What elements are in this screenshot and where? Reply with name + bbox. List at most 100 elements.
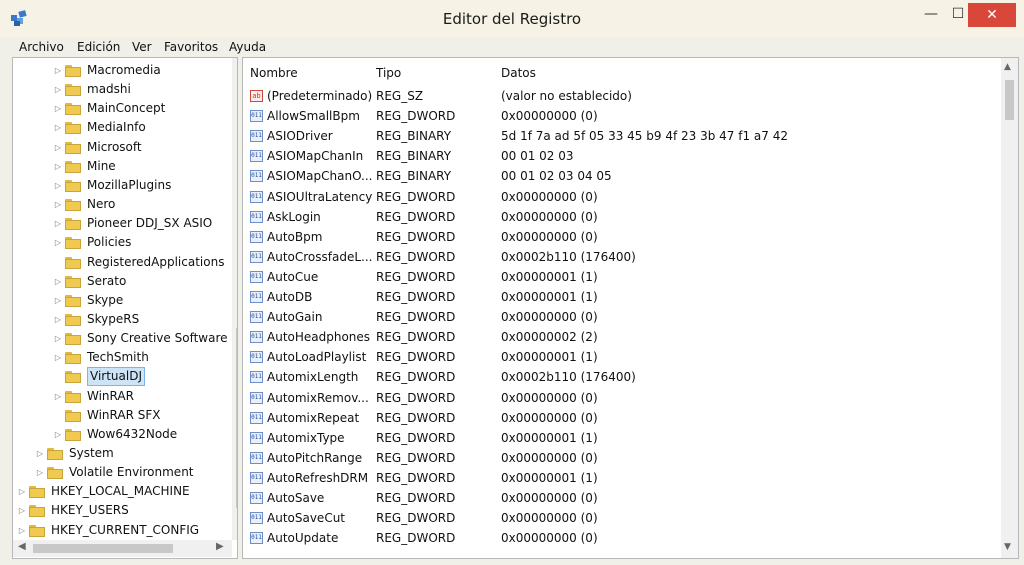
tree-item[interactable]: ▷ HKEY_LOCAL_MACHINE — [13, 482, 232, 501]
tree-item[interactable]: ▷ MozillaPlugins — [13, 176, 232, 195]
tree-vertical-scrollbar[interactable] — [232, 58, 237, 540]
expand-arrow-icon[interactable]: ▷ — [53, 195, 63, 214]
tree-item[interactable]: RegisteredApplications — [13, 253, 232, 272]
value-row[interactable]: 011 ASIOUltraLatency REG_DWORD 0x00000000 (… — [243, 187, 1001, 207]
value-name: (Predeterminado) — [267, 89, 373, 103]
value-row[interactable]: 011 AutoGain REG_DWORD 0x00000000 (0) — [243, 307, 1001, 327]
column-header-name[interactable]: Nombre — [250, 66, 298, 80]
expand-arrow-icon[interactable]: ▷ — [53, 329, 63, 348]
list-vertical-scroll-thumb[interactable] — [1005, 80, 1014, 120]
expand-arrow-icon[interactable]: ▷ — [53, 61, 63, 80]
tree-item[interactable]: ▷ Sony Creative Software — [13, 329, 232, 348]
value-row[interactable]: 011 ASIOMapChanIn REG_BINARY 00 01 02 03 — [243, 146, 1001, 166]
menu-archivo[interactable]: Archivo — [19, 40, 64, 54]
tree-item[interactable]: ▷ System — [13, 444, 232, 463]
tree-item[interactable]: ▷ Volatile Environment — [13, 463, 232, 482]
value-row[interactable]: 011 AutomixRemov... REG_DWORD 0x00000000 (0… — [243, 388, 1001, 408]
scroll-up-icon[interactable]: ▲ — [1004, 62, 1011, 72]
tree-item[interactable]: ▷ HKEY_USERS — [13, 501, 232, 520]
menu-favoritos[interactable]: Favoritos — [164, 40, 218, 54]
tree-item[interactable]: ▷ Macromedia — [13, 61, 232, 80]
tree-item[interactable]: ▷ HKEY_CURRENT_CONFIG — [13, 521, 232, 540]
expand-arrow-icon[interactable]: ▷ — [35, 463, 45, 482]
value-row[interactable]: ab (Predeterminado) REG_SZ (valor no establ… — [243, 86, 1001, 106]
values-list-pane[interactable]: Nombre Tipo Datos ab (Predeterminado) REG_… — [242, 57, 1019, 559]
expand-arrow-icon[interactable]: ▷ — [53, 310, 63, 329]
tree-item[interactable]: ▷ Skype — [13, 291, 232, 310]
expand-arrow-icon[interactable]: ▷ — [53, 348, 63, 367]
scroll-right-icon[interactable]: ▶ — [216, 541, 224, 552]
minimize-button[interactable]: — — [918, 4, 944, 24]
tree-item[interactable]: ▷ Policies — [13, 233, 232, 252]
tree-item[interactable]: VirtualDJ — [13, 367, 232, 387]
scroll-down-icon[interactable]: ▼ — [1004, 542, 1011, 552]
value-row[interactable]: 011 ASIODriver REG_BINARY 5d 1f 7a ad 5f 05… — [243, 126, 1001, 146]
scroll-left-icon[interactable]: ◀ — [18, 541, 26, 552]
tree-horizontal-scroll-thumb[interactable] — [33, 544, 173, 553]
value-row[interactable]: 011 ASIOMapChanO... REG_BINARY 00 01 02 03 … — [243, 166, 1001, 186]
value-row[interactable]: 011 AutoHeadphones REG_DWORD 0x00000002 (2) — [243, 327, 1001, 347]
tree-item[interactable]: ▷ madshi — [13, 80, 232, 99]
value-row[interactable]: 011 AutoSave REG_DWORD 0x00000000 (0) — [243, 488, 1001, 508]
tree-item[interactable]: ▷ Nero — [13, 195, 232, 214]
tree-item[interactable]: ▷ Serato — [13, 272, 232, 291]
value-row[interactable]: 011 AutomixType REG_DWORD 0x00000001 (1) — [243, 428, 1001, 448]
expand-arrow-icon[interactable]: ▷ — [53, 99, 63, 118]
expand-arrow-icon[interactable]: ▷ — [53, 138, 63, 157]
expand-arrow-icon[interactable]: ▷ — [35, 444, 45, 463]
value-name: ASIOMapChanO... — [267, 169, 373, 184]
tree-item[interactable]: ▷ Pioneer DDJ_SX ASIO — [13, 214, 232, 233]
value-row[interactable]: 011 AutoCue REG_DWORD 0x00000001 (1) — [243, 267, 1001, 287]
value-row[interactable]: 011 AutoLoadPlaylist REG_DWORD 0x00000001 (… — [243, 347, 1001, 367]
value-row[interactable]: 011 AutoBpm REG_DWORD 0x00000000 (0) — [243, 227, 1001, 247]
expand-arrow-icon[interactable]: ▷ — [17, 501, 27, 520]
expand-arrow-icon[interactable]: ▷ — [53, 214, 63, 233]
value-row[interactable]: 011 AllowSmallBpm REG_DWORD 0x00000000 (0) — [243, 106, 1001, 126]
binary-value-icon: 011 — [250, 311, 263, 324]
value-row[interactable]: 011 AskLogin REG_DWORD 0x00000000 (0) — [243, 207, 1001, 227]
menu-ver[interactable]: Ver — [132, 40, 152, 54]
tree-item[interactable]: ▷ SkypeRS — [13, 310, 232, 329]
tree-item[interactable]: ▷ Mine — [13, 157, 232, 176]
expand-arrow-icon[interactable]: ▷ — [53, 80, 63, 99]
expand-arrow-icon[interactable]: ▷ — [53, 176, 63, 195]
tree-item[interactable]: ▷ MediaInfo — [13, 118, 232, 137]
expand-arrow-icon[interactable]: ▷ — [17, 521, 27, 540]
value-row[interactable]: 011 AutoCrossfadeL... REG_DWORD 0x0002b110 … — [243, 247, 1001, 267]
value-row[interactable]: 011 AutoDB REG_DWORD 0x00000001 (1) — [243, 287, 1001, 307]
tree-vertical-scroll-thumb[interactable] — [236, 328, 237, 508]
column-header-data[interactable]: Datos — [501, 66, 536, 80]
binary-value-icon: 011 — [250, 150, 263, 163]
value-row[interactable]: 011 AutomixRepeat REG_DWORD 0x00000000 (0) — [243, 408, 1001, 428]
column-header-type[interactable]: Tipo — [376, 66, 401, 80]
expand-arrow-icon[interactable]: ▷ — [17, 482, 27, 501]
folder-icon — [65, 103, 81, 116]
tree-item[interactable]: ▷ Wow6432Node — [13, 425, 232, 444]
tree-item[interactable]: ▷ WinRAR — [13, 387, 232, 406]
binary-value-icon: 011 — [250, 351, 263, 364]
expand-arrow-icon[interactable]: ▷ — [53, 291, 63, 310]
expand-arrow-icon[interactable]: ▷ — [53, 157, 63, 176]
list-vertical-scrollbar[interactable]: ▲ ▼ — [1001, 58, 1018, 558]
tree-item[interactable]: ▷ Microsoft — [13, 138, 232, 157]
tree-item[interactable]: ▷ MainConcept — [13, 99, 232, 118]
close-button[interactable]: ✕ — [968, 3, 1016, 27]
value-row[interactable]: 011 AutomixLength REG_DWORD 0x0002b110 (176… — [243, 367, 1001, 387]
expand-arrow-icon[interactable]: ▷ — [53, 118, 63, 137]
tree-item[interactable]: ▷ TechSmith — [13, 348, 232, 367]
key-tree-pane[interactable]: ▷ Macromedia ▷ madshi ▷ MainConcept ▷ MediaInfo… — [12, 57, 238, 559]
expand-arrow-icon[interactable]: ▷ — [53, 425, 63, 444]
menu-edicion[interactable]: Edición — [77, 40, 120, 54]
value-row[interactable]: 011 AutoUpdate REG_DWORD 0x00000000 (0) — [243, 528, 1001, 548]
value-row[interactable]: 011 AutoPitchRange REG_DWORD 0x00000000 (0) — [243, 448, 1001, 468]
expand-arrow-icon[interactable]: ▷ — [53, 233, 63, 252]
tree-horizontal-scrollbar[interactable]: ◀ ▶ — [13, 540, 232, 557]
expand-arrow-icon[interactable]: ▷ — [53, 387, 63, 406]
expand-arrow-icon[interactable]: ▷ — [53, 272, 63, 291]
value-row[interactable]: 011 AutoRefreshDRM REG_DWORD 0x00000001 (1) — [243, 468, 1001, 488]
tree-item[interactable]: WinRAR SFX — [13, 406, 232, 425]
menu-ayuda[interactable]: Ayuda — [229, 40, 266, 54]
maximize-button[interactable]: ☐ — [946, 4, 970, 24]
title-bar[interactable]: Editor del Registro — ☐ ✕ — [0, 0, 1024, 37]
value-row[interactable]: 011 AutoSaveCut REG_DWORD 0x00000000 (0) — [243, 508, 1001, 528]
